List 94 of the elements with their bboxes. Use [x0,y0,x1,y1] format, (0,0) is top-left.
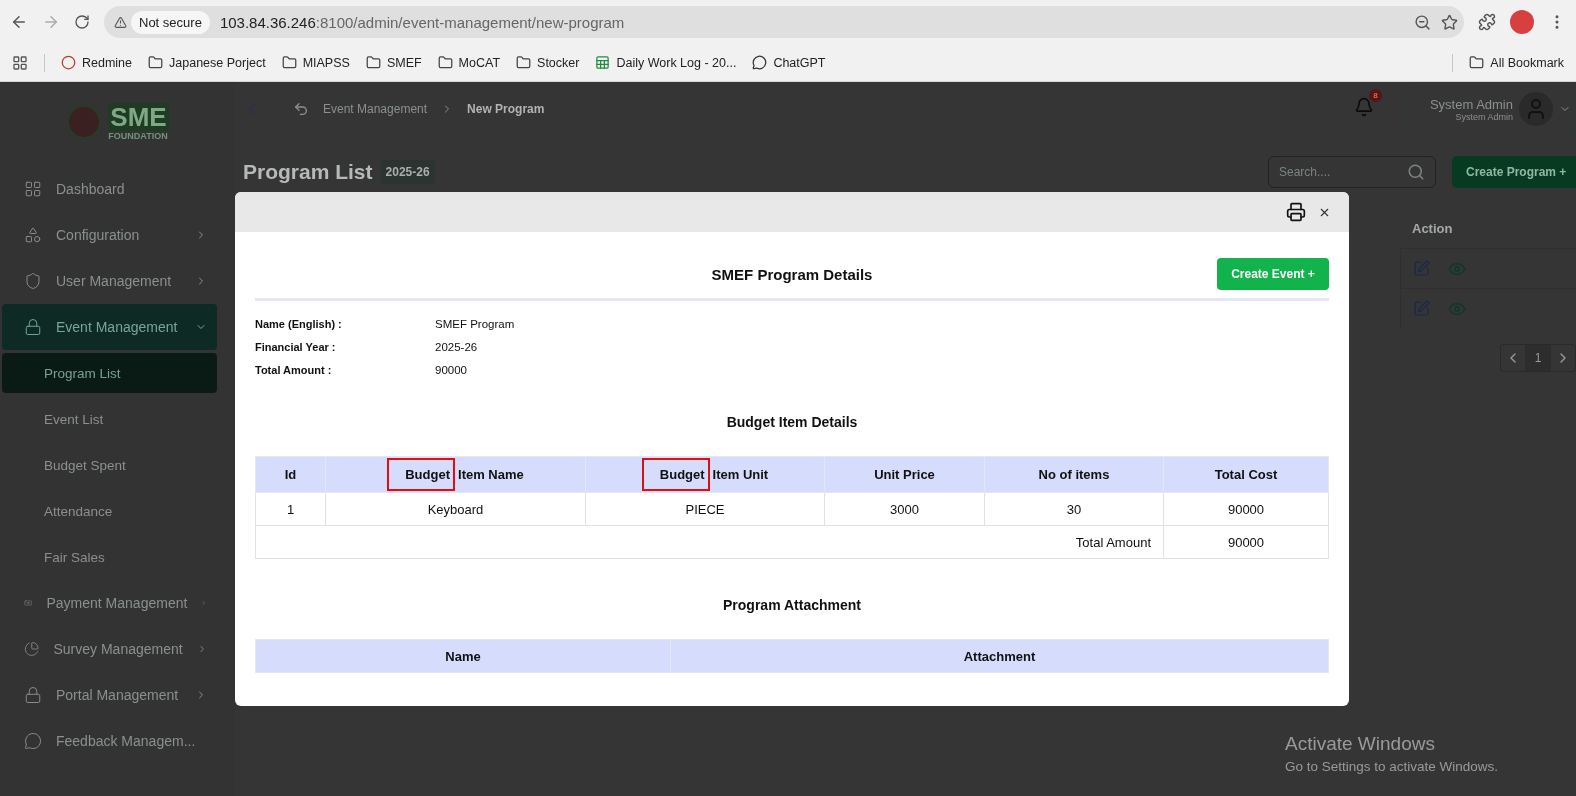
field-label: Name (English) : [255,318,343,330]
avatar-icon [1519,92,1553,126]
sidebar-item[interactable]: Dashboard [2,166,217,212]
user-role: System Admin [1455,111,1513,122]
spreadsheet-icon[interactable] [595,55,611,70]
pie-chart-icon [24,640,40,658]
breadcrumb-item: New Program [467,102,545,116]
page-title: Program List [243,160,373,184]
table-cell: 1 [255,492,326,526]
column-header: Unit Price [824,456,985,493]
bookmark[interactable]: SMEF [386,55,422,70]
total-label: Total Amount [255,525,1164,559]
section-title: Budget Item Details [725,414,859,430]
page-number[interactable]: 1 [1525,345,1551,371]
sidebar-item[interactable]: Configuration [2,212,217,258]
table-cell: 3000 [824,492,985,526]
folder-icon[interactable] [1469,55,1485,70]
column-header: Attachment [670,639,1329,673]
address-text[interactable]: 103.84.36.246:8100/admin/event-management/new-program [219,13,1404,31]
create-program-button[interactable]: Create Program + [1452,156,1576,188]
bookmark[interactable]: MoCAT [458,55,501,70]
emblem-icon [66,104,103,140]
folder-icon[interactable] [148,55,164,70]
bookmark[interactable]: Stocker [537,55,580,70]
sidebar-item[interactable]: Payment Management [2,580,217,626]
folder-icon[interactable] [281,55,297,70]
back-icon[interactable] [10,13,28,31]
table-cell: Keyboard [325,492,586,526]
breadcrumb-item[interactable]: Event Management [323,102,428,116]
field-value: 90000 [435,364,468,376]
lock-icon [24,686,42,704]
column-header: No of items [984,456,1164,493]
undo-icon[interactable] [293,101,309,117]
star-icon[interactable] [1441,13,1458,31]
chat-icon[interactable] [752,55,768,70]
sidebar-subitem[interactable]: Program List [2,353,217,393]
table-cell: 30 [984,492,1164,526]
table-cell: 90000 [1163,492,1329,526]
search-field[interactable]: Search.... [1268,156,1436,188]
folder-icon[interactable] [365,55,381,70]
logo-text: SME [108,103,169,131]
sidebar-item[interactable]: Feedback Managem... [2,718,217,764]
bookmark[interactable]: MIAPSS [302,55,350,70]
shapes-icon [24,226,42,244]
bookmark[interactable]: Redmine [82,55,133,70]
sidebar-item[interactable]: Survey Management [2,626,217,672]
sidebar-subitem[interactable]: Fair Sales [2,537,217,577]
folder-icon[interactable] [516,55,532,70]
notification-count: 8 [1369,89,1382,102]
profile-avatar[interactable] [1510,10,1534,34]
warning-icon[interactable] [114,15,127,29]
field-label: Financial Year : [255,341,337,353]
column-header: Action [1411,219,1454,238]
sidebar-item[interactable]: Portal Management [2,672,217,718]
activation-title: Activate Windows [1285,733,1436,755]
sidebar-subitem[interactable]: Event List [2,399,217,439]
security-chip[interactable]: Not secure [131,10,210,34]
table-cell: PIECE [585,492,825,526]
sidebar-item[interactable]: User Management [2,258,217,304]
create-event-button[interactable]: Create Event + [1217,258,1329,290]
column-header: Id [255,456,326,493]
activation-hint: Go to Settings to activate Windows. [1285,759,1499,774]
field-label: Total Amount : [255,364,333,376]
lock-icon [24,318,42,336]
sidebar-item[interactable]: Event Management [2,304,217,350]
folder-icon[interactable] [437,55,453,70]
printer-icon[interactable] [1286,202,1306,222]
field-value: 2025-26 [435,341,479,353]
sidebar-subitem[interactable]: Attendance [2,491,217,531]
field-value: SMEF Program [435,318,516,330]
shield-icon [24,272,42,290]
search-icon [1407,163,1425,181]
column-header: Total Cost [1163,456,1329,493]
chat-bubble-icon [24,732,42,750]
sidebar-subitem[interactable]: Budget Spent [2,445,217,485]
reload-icon[interactable] [74,14,90,30]
dialog-title: SMEF Program Details [711,265,873,283]
section-title: Program Attachment [722,597,862,613]
column-header: Budget Item Unit [585,456,825,493]
bookmark[interactable]: ChatGPT [773,55,826,70]
grid-icon [24,180,42,198]
total-value: 90000 [1163,525,1329,559]
logo-caption: FOUNDATION [108,131,168,141]
bookmark[interactable]: Japanese Porject [169,55,266,70]
column-header: Name [255,639,671,673]
user-name: System Admin [1429,96,1513,112]
bookmark[interactable]: Daily Work Log - 20... [616,55,737,70]
apps-icon[interactable] [12,54,28,71]
user-menu[interactable]: System Admin System Admin [1406,84,1576,134]
year-badge: 2025-26 [380,160,435,184]
all-bookmarks[interactable]: All Bookmark [1490,55,1564,70]
column-header: Budget Item Name [325,456,586,493]
zoom-icon[interactable] [1414,13,1431,31]
extensions-icon[interactable] [1478,13,1496,31]
